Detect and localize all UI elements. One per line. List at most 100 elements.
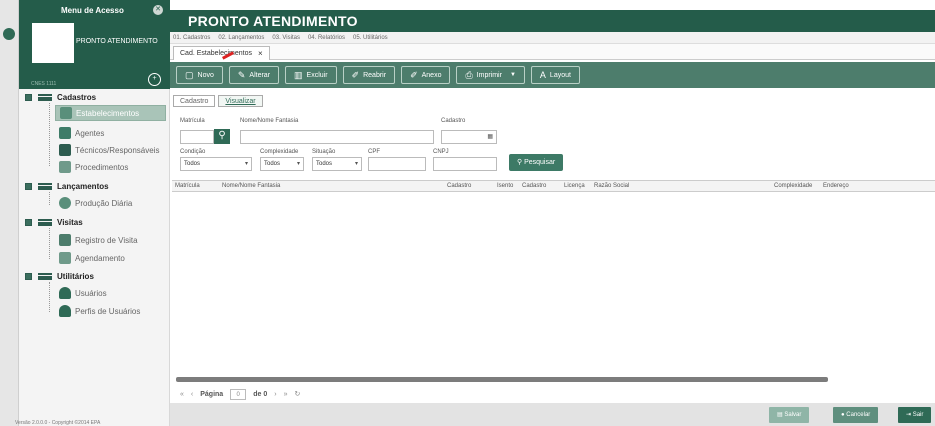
reopen-icon: ✐ (351, 69, 360, 80)
sidebar-item-label: Técnicos/Responsáveis (75, 145, 160, 155)
refresh-icon[interactable]: ↻ (294, 390, 300, 398)
button-label: Novo (197, 71, 214, 79)
cadastro-date-input[interactable]: ▦ (441, 130, 497, 144)
layout-button[interactable]: A Layout (530, 66, 580, 84)
excluir-button[interactable]: ▥ Excluir (285, 66, 337, 84)
nome-label: Nome/Nome Fantasia (240, 118, 299, 124)
close-tab-icon[interactable]: × (258, 47, 263, 60)
collapse-icon[interactable] (25, 182, 32, 190)
sidebar-item-estabelecimentos[interactable]: Estabelecimentos (55, 105, 166, 121)
sidebar-item-label: Agendamento (75, 253, 125, 263)
user-info: CNES 1111 (31, 81, 57, 87)
cpf-input[interactable] (368, 157, 426, 171)
sidebar-item-agentes[interactable]: Agentes (55, 125, 104, 141)
column-header[interactable]: Licença (564, 183, 585, 189)
column-header[interactable]: Nome/Nome Fantasia (222, 183, 280, 189)
search-icon[interactable]: ⚲ (214, 129, 230, 144)
anexo-button[interactable]: ✐ Anexo (401, 66, 451, 84)
calendar-icon (59, 252, 71, 264)
last-page-icon[interactable]: » (284, 391, 288, 398)
pager: « ‹ Página 0 de 0 › » ↻ (172, 387, 935, 401)
sidebar-item-agendamento[interactable]: Agendamento (55, 250, 125, 266)
grid-header: Matrícula Nome/Nome Fantasia Cadastro Is… (172, 180, 935, 192)
menu-item-cadastros[interactable]: 01. Cadastros (173, 35, 210, 41)
complexidade-select[interactable]: Todos ▾ (260, 157, 304, 171)
top-menu: 01. Cadastros 02. Lançamentos 03. Visita… (170, 32, 935, 44)
cancelar-button[interactable]: ● Cancelar (833, 407, 879, 423)
button-label: Reabrir (363, 71, 387, 79)
menu-item-relatorios[interactable]: 04. Relatórios (308, 35, 345, 41)
collapse-icon[interactable] (25, 218, 32, 226)
sidebar-item-tecnicos[interactable]: Técnicos/Responsáveis (55, 142, 159, 158)
select-value: Todos (264, 161, 281, 167)
sidebar-item-perfis[interactable]: Perfis de Usuários (55, 303, 140, 319)
column-header[interactable]: Endereço (823, 183, 849, 189)
alterar-button[interactable]: ✎ Alterar (228, 66, 280, 84)
condicao-select[interactable]: Todos ▾ (180, 157, 252, 171)
salvar-button[interactable]: ▤ Salvar (769, 407, 810, 423)
menu-item-lancamentos[interactable]: 02. Lançamentos (218, 35, 264, 41)
sidebar-item-registro-visita[interactable]: Registro de Visita (55, 232, 138, 248)
cadastro-label: Cadastro (441, 118, 466, 124)
column-header[interactable]: Complexidade (774, 183, 812, 189)
calendar-icon[interactable]: ▦ (487, 131, 493, 143)
first-page-icon[interactable]: « (180, 391, 184, 398)
column-header[interactable]: Isento (497, 183, 513, 189)
column-header[interactable]: Matrícula (175, 183, 200, 189)
sair-button[interactable]: ⇥ Sair (898, 407, 932, 423)
horizontal-scrollbar[interactable] (176, 377, 828, 382)
sidebar-item-procedimentos[interactable]: Procedimentos (55, 159, 128, 175)
imprimir-button[interactable]: ⎙ Imprimir ▼ (456, 66, 525, 84)
tab-cadastro[interactable]: Cadastro (173, 95, 216, 107)
button-label: Layout (549, 71, 571, 79)
condicao-label: Condição (180, 149, 206, 155)
menu-item-visitas[interactable]: 03. Visitas (272, 35, 300, 41)
tree-group-lancamentos[interactable]: Lançamentos (25, 178, 109, 194)
tab-visualizar[interactable]: Visualizar (218, 95, 263, 107)
tab-cad-estabelecimentos[interactable]: Cad. Estabelecimentos × (173, 46, 270, 60)
situacao-select[interactable]: Todos ▾ (312, 157, 362, 171)
pencil-icon: ✎ (237, 69, 246, 80)
list-icon (38, 218, 52, 226)
document-tabs: Cad. Estabelecimentos × (170, 44, 935, 60)
layout-icon: A (539, 70, 546, 80)
people-icon (59, 127, 71, 139)
tab-label: Cad. Estabelecimentos (180, 50, 252, 57)
menu-item-utilitarios[interactable]: 05. Utilitários (353, 35, 388, 41)
toggle-sidebar-icon[interactable] (3, 28, 15, 40)
footer: ▤ Salvar ● Cancelar ⇥ Sair (170, 403, 935, 426)
cnpj-input[interactable] (433, 157, 497, 171)
tree-group-label: Visitas (57, 217, 83, 227)
column-header[interactable]: Cadastro (447, 183, 471, 189)
sidebar-item-producao-diaria[interactable]: Produção Diária (55, 195, 132, 211)
button-label: Imprimir (476, 71, 502, 79)
list-icon (38, 272, 52, 280)
building-icon (60, 107, 72, 119)
button-label: Anexo (421, 71, 442, 79)
collapse-icon[interactable] (25, 272, 32, 280)
nome-input[interactable] (240, 130, 434, 144)
tree-group-utilitarios[interactable]: Utilitários (25, 268, 94, 284)
user-menu-icon[interactable]: + (148, 73, 161, 86)
sidebar-item-usuarios[interactable]: Usuários (55, 285, 107, 301)
user-icon (59, 287, 71, 299)
novo-button[interactable]: ▢ Novo (176, 66, 223, 84)
next-page-icon[interactable]: › (274, 391, 276, 398)
reabrir-button[interactable]: ✐ Reabrir (342, 66, 396, 84)
page-input[interactable]: 0 (230, 388, 247, 400)
matricula-input[interactable] (180, 130, 214, 144)
app-title: PRONTO ATENDIMENTO (188, 13, 358, 29)
tree-group-visitas[interactable]: Visitas (25, 214, 83, 230)
tree-group-label: Utilitários (57, 271, 94, 281)
column-header[interactable]: Cadastro (522, 183, 546, 189)
app-header: PRONTO ATENDIMENTO (170, 10, 935, 32)
pesquisar-button[interactable]: ⚲ Pesquisar (509, 154, 564, 171)
module-name: PRONTO ATENDIMENTO (76, 38, 158, 45)
column-header[interactable]: Razão Social (594, 183, 629, 189)
collapse-icon[interactable] (25, 93, 32, 101)
collapse-menu-icon[interactable]: ✕ (153, 5, 163, 15)
form-tabs: Cadastro Visualizar (173, 95, 266, 109)
tree-group-cadastros[interactable]: Cadastros (25, 89, 96, 105)
prev-page-icon[interactable]: ‹ (191, 391, 193, 398)
button-label: Excluir (306, 71, 328, 79)
